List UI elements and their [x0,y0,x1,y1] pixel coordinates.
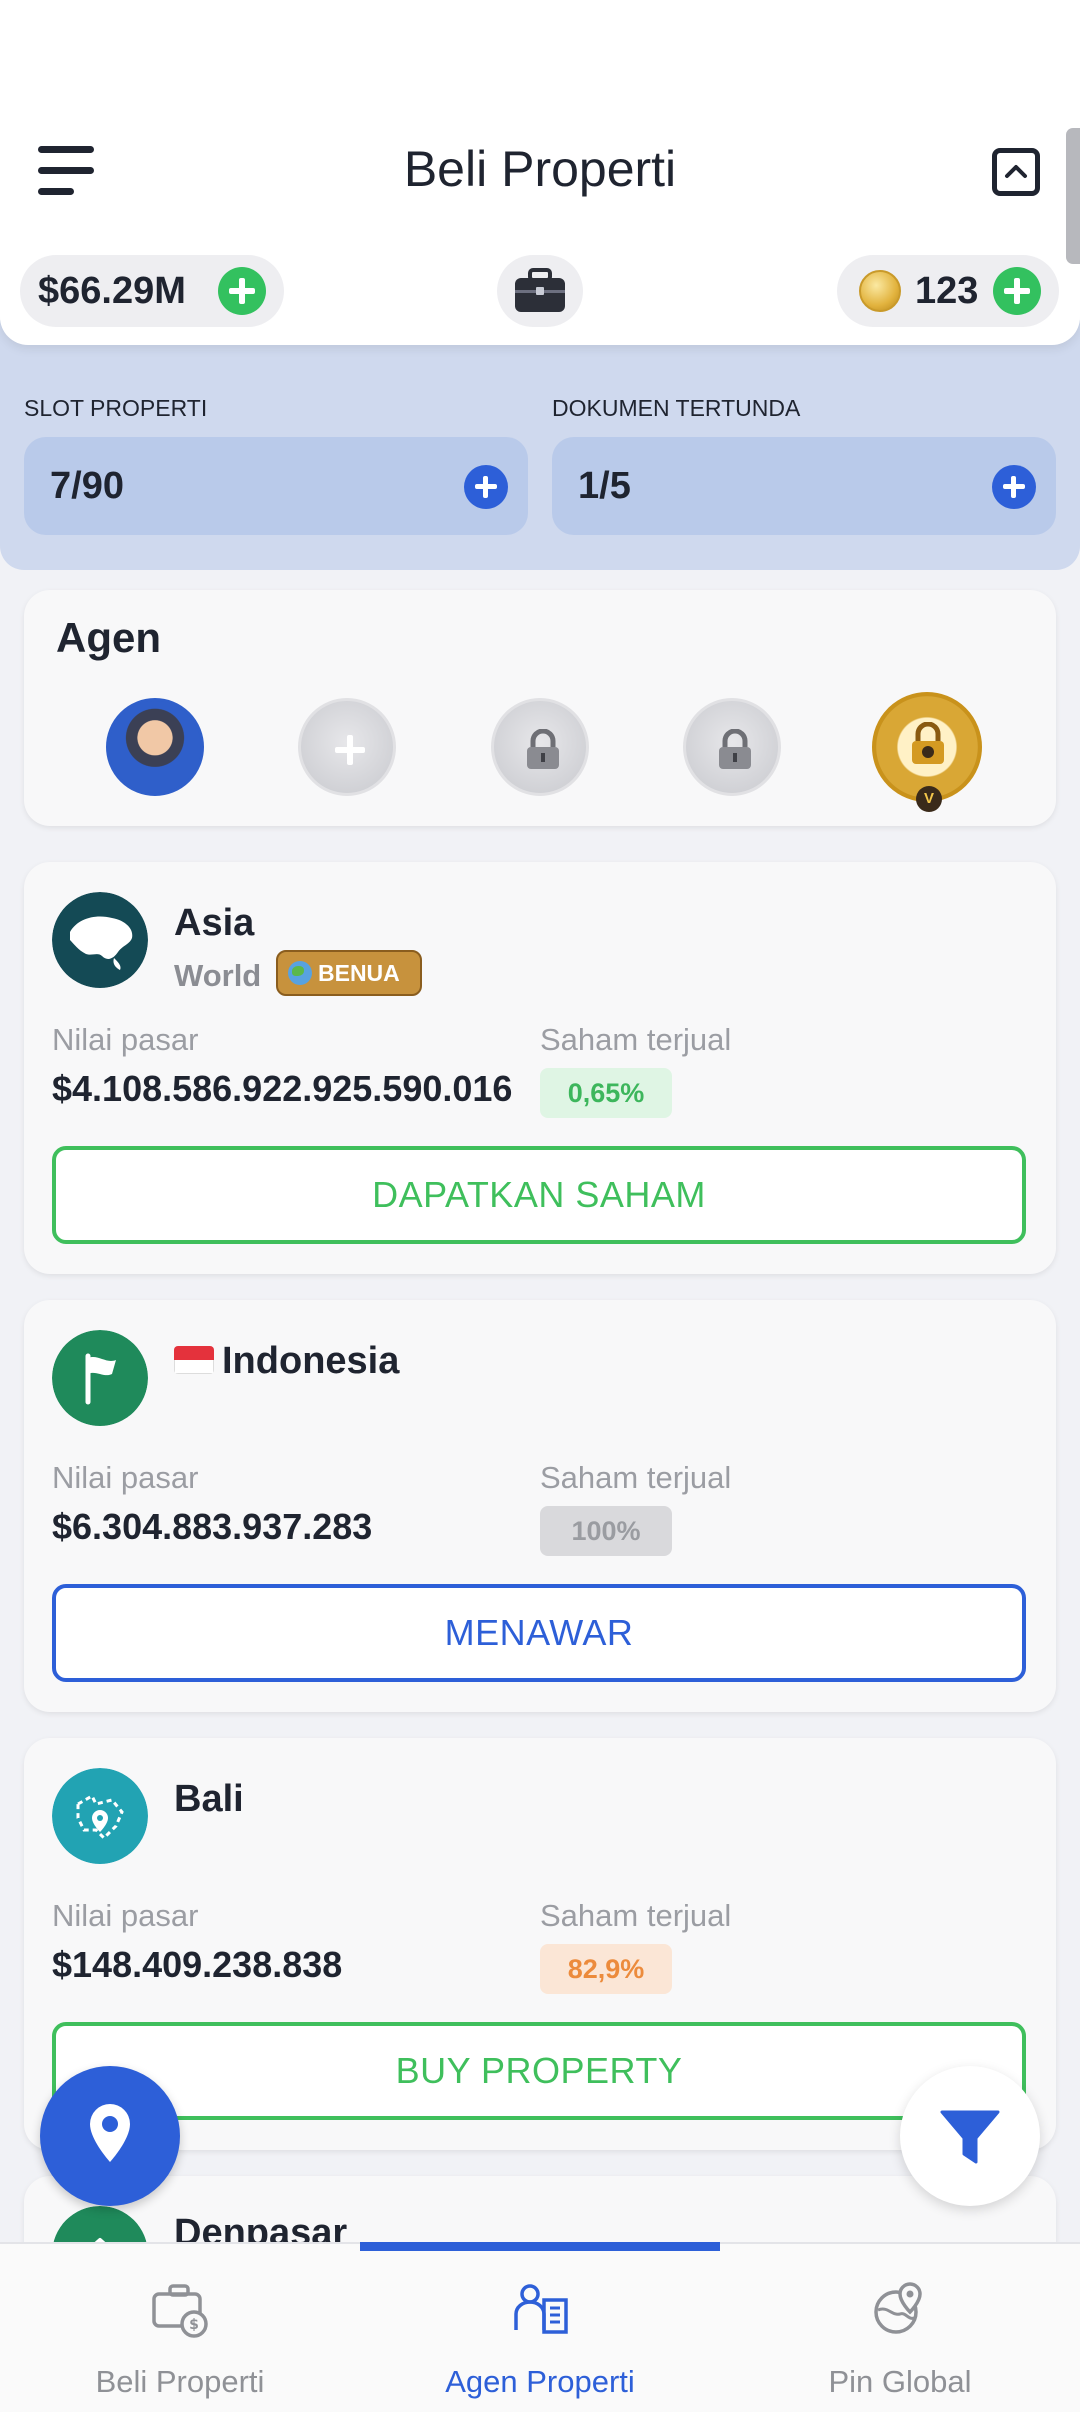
property-name: Bali [174,1778,244,1820]
svg-text:$: $ [189,2317,199,2333]
shares-sold-badge: 100% [540,1506,672,1556]
add-agent-slot[interactable] [298,698,396,796]
bid-button[interactable]: MENAWAR [52,1584,1026,1682]
continent-tag: BENUA [276,950,422,996]
property-card-asia: Asia World BENUA Nilai pasar $4.108.586.… [24,862,1056,1274]
vip-badge-icon: V [916,786,942,812]
property-region: World [174,958,262,993]
coin-icon [859,270,901,312]
money-value: $66.29M [38,269,186,312]
market-value-label: Nilai pasar [52,1460,199,1495]
shares-sold-label: Saham terjual [540,1460,732,1495]
pending-docs-label: DOKUMEN TERTUNDA [552,395,801,421]
agents-title: Agen [56,614,161,661]
agents-card: Agen V [24,590,1056,826]
nav-label: Pin Global [828,2364,972,2399]
shares-sold-label: Saham terjual [540,1898,732,1933]
nav-agen-properti[interactable]: Agen Properti [360,2244,720,2412]
property-name: Asia [174,902,255,944]
bottom-navigation: $ Beli Properti Agen Properti Pin Global [0,2242,1080,2412]
filter-icon [940,2110,1000,2164]
add-slot-icon[interactable] [464,465,508,509]
lock-icon [527,729,559,769]
gold-lock-icon [912,722,944,764]
property-slot-value: 7/90 [50,465,124,507]
filter-button[interactable] [900,2066,1040,2206]
region-map-pin-icon [52,1768,148,1864]
page-title: Beli Properti [403,141,677,197]
market-value: $6.304.883.937.283 [52,1506,373,1547]
coin-value: 123 [915,269,979,312]
coin-balance[interactable]: 123 [837,255,1059,327]
lock-icon [719,729,751,769]
property-name: Indonesia [174,1340,399,1383]
property-card-bali: Bali Nilai pasar $148.409.238.838 Saham … [24,1738,1056,2150]
market-value-label: Nilai pasar [52,1898,199,1933]
property-slot-box[interactable]: 7/90 [24,437,528,535]
top-bar: Beli Properti $66.29M 123 [0,0,1080,345]
nav-label: Agen Properti [445,2364,635,2399]
shares-sold-label: Saham terjual [540,1022,732,1057]
buy-property-button[interactable]: BUY PROPERTY [52,2022,1026,2120]
agent-avatar[interactable] [106,698,204,796]
location-pin-icon [90,2104,130,2162]
flag-country-icon [52,1330,148,1426]
market-value: $148.409.238.838 [52,1944,343,1985]
money-balance[interactable]: $66.29M [20,255,284,327]
globe-icon [288,961,312,985]
property-card-indonesia: Indonesia Nilai pasar $6.304.883.937.283… [24,1300,1056,1712]
nav-pin-global[interactable]: Pin Global [720,2244,1080,2412]
shares-sold-badge: 82,9% [540,1944,672,1994]
continent-asia-icon [52,892,148,988]
briefcase-button[interactable] [497,255,583,327]
globe-pin-icon [874,2282,922,2334]
get-shares-button[interactable]: DAPATKAN SAHAM [52,1146,1026,1244]
property-slot-label: SLOT PROPERTI [24,395,208,421]
scrollbar-handle[interactable] [1066,128,1080,264]
plus-icon [335,735,365,765]
locked-agent-slot[interactable] [491,698,589,796]
location-button[interactable] [40,2066,180,2206]
market-value: $4.108.586.922.925.590.016 [52,1068,513,1109]
vip-agent-slot[interactable]: V [872,692,982,812]
add-docs-icon[interactable] [992,465,1036,509]
shares-sold-badge: 0,65% [540,1068,672,1118]
continent-tag-label: BENUA [318,959,400,986]
indonesia-flag-icon [174,1345,214,1374]
nav-beli-properti[interactable]: $ Beli Properti [0,2244,360,2412]
agent-building-icon [514,2284,568,2334]
briefcase-dollar-icon: $ [152,2284,208,2338]
market-value-label: Nilai pasar [52,1022,199,1057]
pending-docs-value: 1/5 [578,465,631,507]
add-money-icon[interactable] [218,267,266,315]
nav-label: Beli Properti [95,2364,265,2399]
collapse-icon[interactable] [992,148,1040,196]
briefcase-icon [515,268,565,312]
locked-agent-slot[interactable] [683,698,781,796]
property-name-text: Indonesia [222,1340,400,1382]
add-coins-icon[interactable] [993,267,1041,315]
pending-docs-box[interactable]: 1/5 [552,437,1056,535]
